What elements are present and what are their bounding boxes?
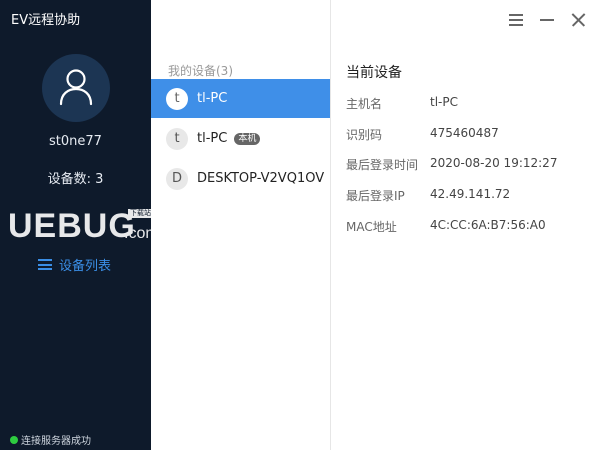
device-details-panel: 当前设备 主机名 tl-PC 识别码 475460487 最后登录时间 2020…: [331, 0, 600, 450]
detail-label: 主机名: [346, 97, 383, 111]
detail-row-last-login-ip: 最后登录IP 42.49.141.72: [346, 187, 596, 207]
detail-value: 42.49.141.72: [430, 187, 511, 201]
nav-device-list[interactable]: 设备列表: [38, 255, 111, 274]
app-title: EV远程协助: [11, 13, 81, 28]
detail-row-mac-address: MAC地址 4C:CC:6A:B7:56:A0: [346, 218, 596, 238]
user-icon: [59, 69, 93, 106]
device-item[interactable]: t tl-PC: [151, 79, 330, 118]
device-list-panel: 我的设备(3) t tl-PC t tl-PC 本机 D DESKTOP-V2V…: [151, 0, 331, 450]
device-count: 设备数: 3: [47, 172, 104, 187]
watermark-text: UEBUG: [8, 207, 136, 245]
local-badge: 本机: [234, 132, 261, 145]
menu-icon[interactable]: [508, 12, 524, 28]
window-controls: [493, 12, 586, 28]
detail-value: 475460487: [430, 126, 499, 140]
device-name: tl-PC: [197, 91, 228, 106]
avatar[interactable]: [42, 54, 110, 122]
detail-row-hostname: 主机名 tl-PC: [346, 95, 596, 115]
detail-value: 4C:CC:6A:B7:56:A0: [430, 218, 546, 232]
detail-row-last-login-time: 最后登录时间 2020-08-20 19:12:27: [346, 156, 596, 176]
minimize-icon[interactable]: [539, 12, 555, 28]
details-title: 当前设备: [346, 65, 402, 81]
status-text: 连接服务器成功: [21, 436, 91, 447]
sidebar: EV远程协助 st0ne77 设备数: 3 UEBUG 下载站 .com 设备列…: [0, 0, 159, 450]
device-avatar: D: [166, 167, 188, 190]
list-icon: [38, 259, 52, 270]
nav-device-list-label: 设备列表: [59, 259, 112, 274]
detail-value: tl-PC: [430, 95, 458, 109]
username: st0ne77: [49, 134, 102, 149]
device-name: DESKTOP-V2VQ1OV: [197, 171, 325, 186]
detail-row-id-code: 识别码 475460487: [346, 126, 596, 146]
detail-label: 最后登录IP: [346, 189, 405, 203]
detail-label: 识别码: [346, 128, 383, 142]
detail-value: 2020-08-20 19:12:27: [430, 156, 558, 170]
watermark-tag: 下载站: [128, 209, 153, 218]
close-icon[interactable]: [570, 12, 586, 28]
device-item[interactable]: D DESKTOP-V2VQ1OV: [151, 159, 330, 198]
connection-status: 连接服务器成功: [10, 432, 91, 447]
app-window: EV远程协助 st0ne77 设备数: 3 UEBUG 下载站 .com 设备列…: [0, 0, 600, 450]
device-avatar: t: [166, 87, 188, 110]
status-dot-icon: [10, 435, 18, 444]
detail-label: MAC地址: [346, 220, 397, 234]
device-name: tl-PC: [197, 131, 228, 146]
detail-label: 最后登录时间: [346, 158, 419, 172]
device-avatar: t: [166, 127, 188, 150]
my-devices-label: 我的设备(3): [168, 64, 233, 78]
device-item[interactable]: t tl-PC 本机: [151, 119, 330, 158]
watermark-logo: UEBUG 下载站 .com: [8, 207, 159, 248]
